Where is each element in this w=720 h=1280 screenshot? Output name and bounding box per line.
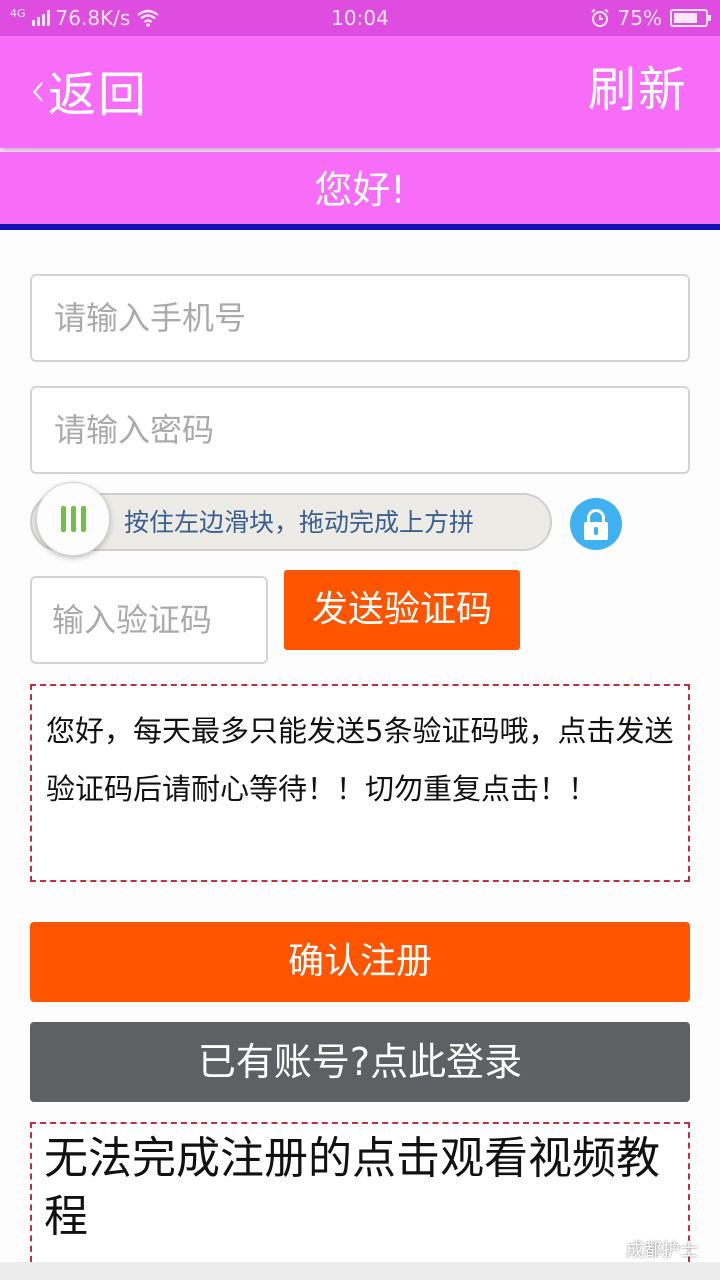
status-bar: 4G 76.8K/s 10:04 75% [0,0,720,36]
battery-percent: 75% [617,6,662,30]
back-label: 返回 [48,67,149,123]
battery-icon [670,9,711,27]
back-chevron-icon: ‹ [30,60,46,120]
password-input[interactable] [30,386,690,474]
login-link-button[interactable]: 已有账号?点此登录 [30,1022,690,1102]
refresh-button[interactable]: 刷新 [588,58,688,122]
slider-hint: 按住左边滑块，拖动完成上方拼 [124,508,475,537]
watermark-label: 成都护士 [626,1240,698,1261]
wechat-icon [598,1241,620,1257]
phone-input[interactable] [30,274,690,362]
verification-code-input[interactable] [30,576,268,664]
alarm-icon [590,8,609,27]
notice-box: 您好，每天最多只能发送5条验证码哦，点击发送验证码后请耐心等待！！切勿重复点击！… [30,684,690,882]
watermark: 成都护士 [598,1236,698,1262]
bottom-strip [0,1262,720,1280]
send-code-button[interactable]: 发送验证码 [284,570,520,650]
greeting-title: 您好! [0,152,720,224]
nav-bar: ‹ 返回 刷新 [0,36,720,148]
header-divider [0,224,720,230]
back-button[interactable]: ‹ 返回 [30,58,149,123]
confirm-register-button[interactable]: 确认注册 [30,922,690,1002]
lock-icon [570,498,622,550]
status-right: 75% [590,0,711,36]
slider-grip-icon[interactable] [36,482,110,556]
video-tutorial-link[interactable]: 无法完成注册的点击观看视频教程 [30,1122,690,1262]
